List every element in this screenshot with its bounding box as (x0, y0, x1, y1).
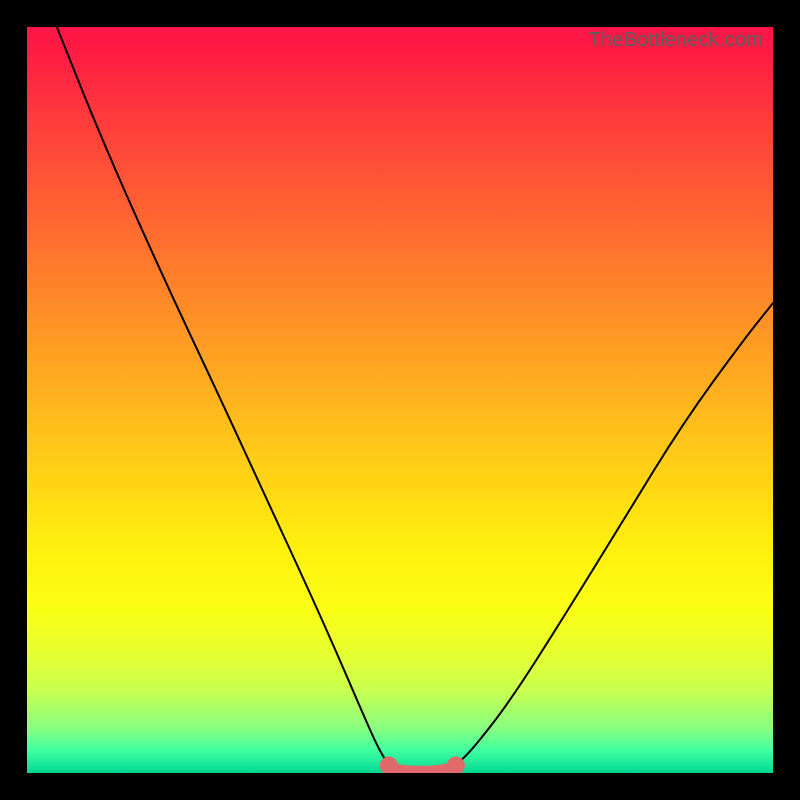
plot-area: TheBottleneck.com (27, 27, 773, 773)
curve-overlay (27, 27, 773, 773)
bottleneck-curve-right (456, 303, 773, 766)
valley-endpoint-left (380, 757, 398, 774)
chart-frame: TheBottleneck.com (0, 0, 800, 800)
bottleneck-curve-left (57, 27, 389, 766)
valley-floor-highlight (389, 766, 456, 771)
